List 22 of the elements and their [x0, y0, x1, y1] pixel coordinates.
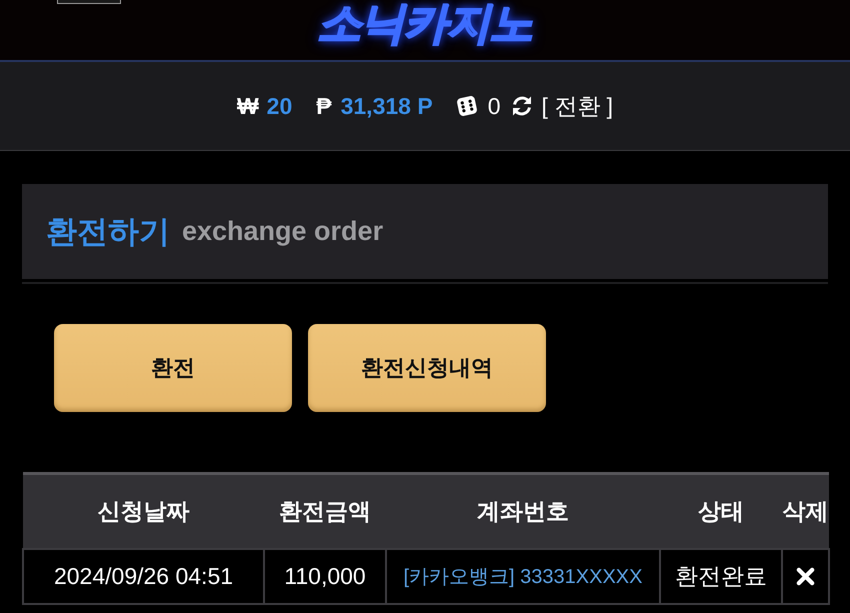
won-balance: 20: [266, 92, 292, 120]
won-symbol: ₩: [236, 92, 259, 120]
column-header: 환전금액: [264, 474, 386, 549]
status-cell: 환전완료: [660, 549, 782, 604]
point-symbol: ₱: [316, 92, 332, 120]
page-title: 환전하기: [46, 212, 170, 250]
date-cell: 2024/09/26 04:51: [23, 549, 264, 604]
delete-icon[interactable]: [796, 567, 815, 586]
column-header: 상태: [660, 474, 782, 549]
header-button[interactable]: [57, 0, 121, 4]
column-header: 계좌번호: [386, 474, 660, 549]
convert-link[interactable]: [ 전환 ]: [541, 90, 614, 122]
history-button[interactable]: 환전신청내역: [308, 324, 546, 412]
account-cell[interactable]: [카카오뱅크] 33331XXXXX: [386, 549, 660, 604]
logo[interactable]: 소닉카지노: [318, 2, 532, 46]
column-header: 신청날짜: [23, 474, 264, 549]
dice-count: 0: [488, 92, 500, 120]
exchange-button[interactable]: 환전: [54, 324, 292, 412]
column-header: 삭제: [782, 474, 829, 549]
amount-cell: 110,000: [264, 549, 386, 604]
point-balance: 31,318 P: [340, 92, 433, 120]
page-subtitle: exchange order: [182, 216, 384, 247]
